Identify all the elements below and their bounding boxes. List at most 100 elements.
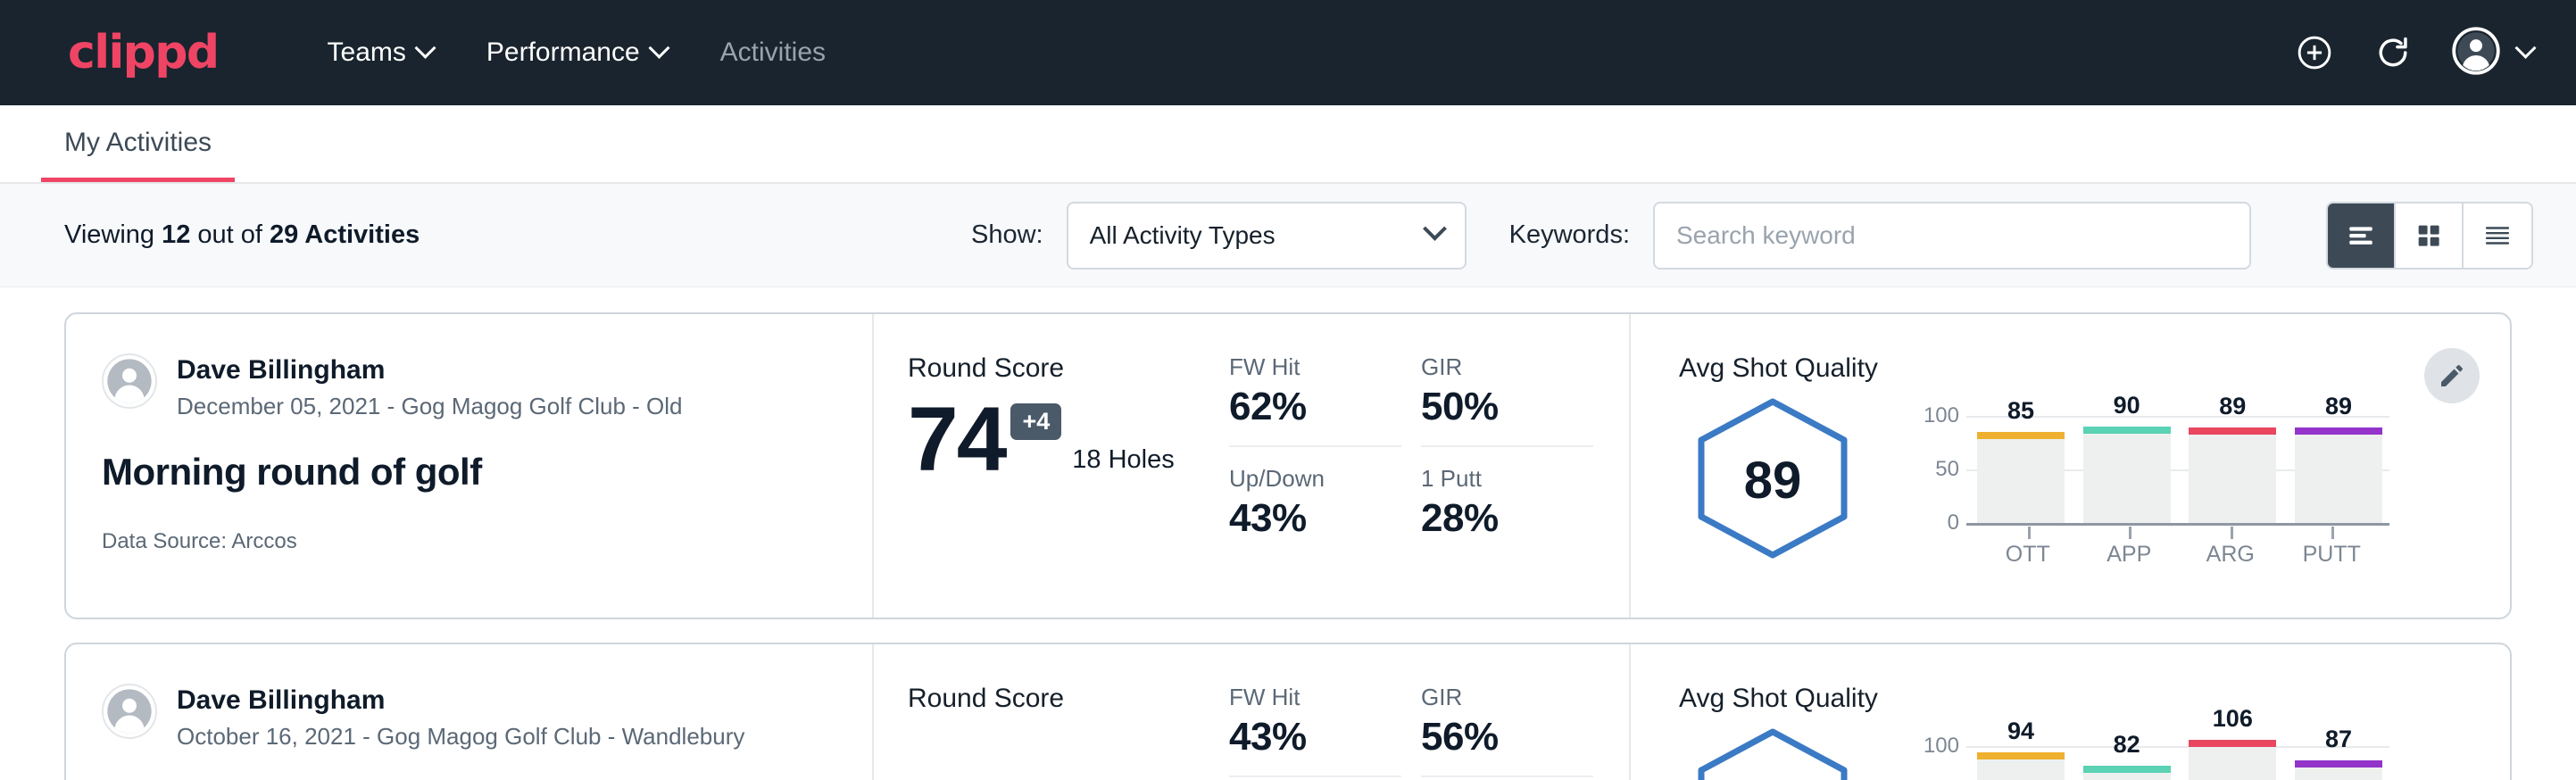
chart-bar xyxy=(2083,427,2171,523)
chevron-down-icon xyxy=(648,37,669,58)
chevron-down-icon xyxy=(2514,37,2536,58)
round-score-column: Round Score 74 +4 18 Holes xyxy=(874,314,1229,618)
chart-y-tick-label: 100 xyxy=(1907,403,1959,428)
search-input[interactable] xyxy=(1653,202,2251,270)
activity-author: Dave Billingham October 16, 2021 - Gog M… xyxy=(102,684,836,751)
holes-label: 18 Holes xyxy=(1072,445,1174,484)
activity-summary-column: Dave Billingham December 05, 2021 - Gog … xyxy=(66,314,874,618)
author-text: Dave Billingham October 16, 2021 - Gog M… xyxy=(177,684,744,751)
chart-bar-cap xyxy=(1977,432,2065,439)
chart-x-tick-label: APP xyxy=(2075,542,2182,568)
stat-value: 62% xyxy=(1229,385,1401,429)
avatar xyxy=(102,353,157,409)
chart-bar-value-label: 89 xyxy=(2325,393,2352,420)
viewing-mid: out of xyxy=(190,220,270,249)
chart-bar-cap xyxy=(1977,752,2065,759)
chart-bar-group: 85 xyxy=(1977,405,2065,523)
player-name: Dave Billingham xyxy=(177,353,683,387)
chart-x-tick-label: ARG xyxy=(2177,542,2284,568)
stat-label: 1 Putt xyxy=(1421,465,1593,493)
refresh-icon[interactable] xyxy=(2373,33,2413,72)
activity-title: Morning round of golf xyxy=(102,451,836,494)
chart-bar-value-label: 90 xyxy=(2114,392,2140,419)
author-text: Dave Billingham December 05, 2021 - Gog … xyxy=(177,353,683,420)
chart-bar-cap xyxy=(2295,760,2382,768)
chart-bars: 948210687 xyxy=(1977,735,2382,780)
stat-value: 28% xyxy=(1421,496,1593,541)
chart-y-tick-label: 0 xyxy=(1907,510,1959,535)
avg-shot-quality-value: 89 xyxy=(1679,389,1866,572)
nav-item-label: Activities xyxy=(720,37,826,68)
quality-hexagon xyxy=(1679,719,1866,780)
nav-item-label: Performance xyxy=(486,37,640,68)
account-circle-icon xyxy=(2452,27,2500,79)
stat-gir: GIR 56% xyxy=(1421,684,1593,777)
avg-shot-quality-body: 050100948210687OTTAPPARGPUTT xyxy=(1679,719,2510,780)
view-mode-grid[interactable] xyxy=(2396,203,2464,268)
chart-bar xyxy=(1977,752,2065,780)
view-mode-list[interactable] xyxy=(2328,203,2396,268)
edit-activity-button[interactable] xyxy=(2424,348,2480,403)
keywords-label: Keywords: xyxy=(1509,220,1630,250)
plus-circle-icon[interactable] xyxy=(2295,33,2334,72)
activity-card[interactable]: Dave Billingham October 16, 2021 - Gog M… xyxy=(64,643,2512,780)
chart-x-tick xyxy=(2028,527,2031,539)
round-score-label: Round Score xyxy=(908,353,1229,384)
player-name: Dave Billingham xyxy=(177,684,744,718)
chart-bars: 85908989 xyxy=(1977,405,2382,523)
chart-x-tick-label: PUTT xyxy=(2278,542,2385,568)
avg-shot-quality-column: Avg Shot Quality 050100948210687OTTAPPAR… xyxy=(1631,644,2510,780)
round-score-label: Round Score xyxy=(908,684,1229,714)
page-tab-bar: My Activities xyxy=(0,105,2576,184)
tab-label: My Activities xyxy=(64,128,212,157)
view-mode-toggle xyxy=(2326,202,2533,270)
chart-bar-group: 89 xyxy=(2295,405,2382,523)
stat-value: 43% xyxy=(1229,496,1401,541)
round-score-value-row: 74 +4 18 Holes xyxy=(908,396,1229,484)
nav-item-performance[interactable]: Performance xyxy=(460,37,694,68)
score-differential-badge: +4 xyxy=(1010,403,1061,440)
stat-label: Up/Down xyxy=(1229,465,1401,493)
activity-type-select[interactable]: All Activity Types xyxy=(1067,202,1467,270)
chart-bar-value-label: 87 xyxy=(2325,726,2352,753)
activity-meta: December 05, 2021 - Gog Magog Golf Club … xyxy=(177,393,683,420)
chart-bar-group: 87 xyxy=(2295,735,2382,780)
chart-bar-cap xyxy=(2189,740,2276,747)
nav-item-teams[interactable]: Teams xyxy=(301,37,460,68)
chevron-down-icon xyxy=(1423,217,1447,241)
chart-bar-group: 90 xyxy=(2083,405,2171,523)
app-logo[interactable]: clippd xyxy=(68,26,219,79)
chart-bar xyxy=(2295,427,2382,523)
view-mode-compact[interactable] xyxy=(2464,203,2531,268)
avg-shot-quality-label: Avg Shot Quality xyxy=(1679,353,2510,384)
nav-item-label: Teams xyxy=(328,37,406,68)
account-menu[interactable] xyxy=(2452,27,2533,79)
activity-card[interactable]: Dave Billingham December 05, 2021 - Gog … xyxy=(64,312,2512,619)
stat-label: GIR xyxy=(1421,353,1593,381)
stat-label: FW Hit xyxy=(1229,353,1401,381)
avatar xyxy=(102,684,157,739)
viewing-total: 29 Activities xyxy=(270,220,420,249)
activity-summary-column: Dave Billingham October 16, 2021 - Gog M… xyxy=(66,644,874,780)
avg-shot-quality-label: Avg Shot Quality xyxy=(1679,684,2510,714)
top-navigation-bar: clippd Teams Performance Activities xyxy=(0,0,2576,105)
activity-data-source: Data Source: Arccos xyxy=(102,529,836,554)
avg-shot-quality-value xyxy=(1679,719,1866,780)
stat-value: 56% xyxy=(1421,715,1593,759)
nav-item-activities[interactable]: Activities xyxy=(694,37,852,68)
filter-toolbar: Viewing 12 out of 29 Activities Show: Al… xyxy=(0,184,2576,287)
round-score-value: 74 xyxy=(908,396,1005,484)
chart-y-tick-label: 100 xyxy=(1907,734,1959,759)
chart-bar-value-label: 89 xyxy=(2219,393,2246,420)
activity-author: Dave Billingham December 05, 2021 - Gog … xyxy=(102,353,836,420)
tab-my-activities[interactable]: My Activities xyxy=(41,128,235,182)
stat-label: FW Hit xyxy=(1229,684,1401,711)
round-stats-column: FW Hit 62% GIR 50% Up/Down 43% 1 Putt 28… xyxy=(1229,314,1631,618)
chart-x-tick-label: OTT xyxy=(1974,542,2082,568)
stat-gir: GIR 50% xyxy=(1421,353,1593,447)
show-label: Show: xyxy=(971,220,1043,250)
stat-one-putt: 1 Putt 28% xyxy=(1421,465,1593,557)
round-stats-column: FW Hit 43% GIR 56% xyxy=(1229,644,1631,780)
stat-up-down: Up/Down 43% xyxy=(1229,465,1401,557)
top-nav-actions xyxy=(2295,27,2533,79)
